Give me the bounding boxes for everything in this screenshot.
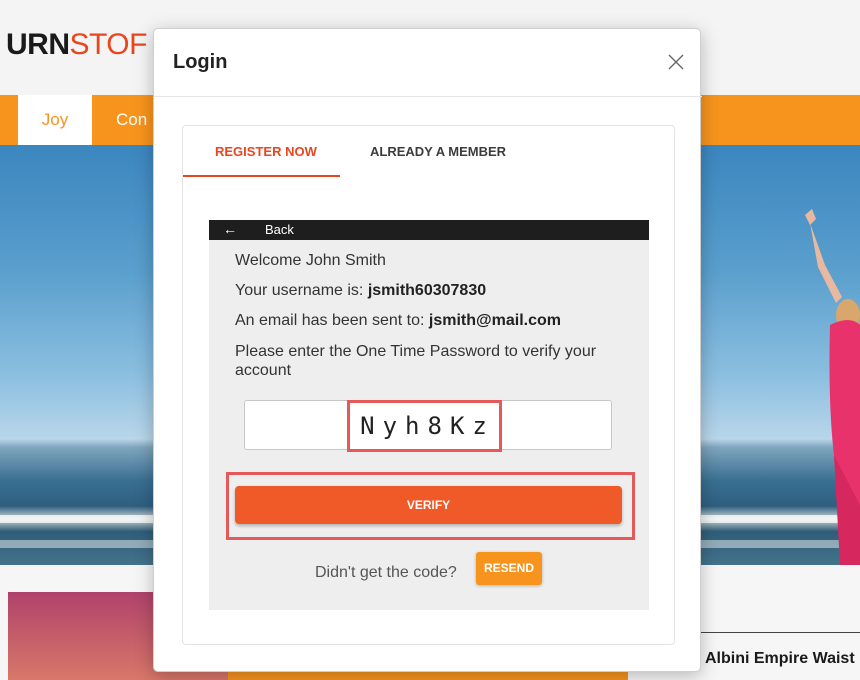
tab-register-now[interactable]: REGISTER NOW	[215, 144, 317, 159]
site-logo[interactable]: URNSTOF	[6, 28, 147, 62]
arrow-left-icon: ←	[223, 221, 237, 237]
otp-value[interactable]: Nyh8Kz	[350, 403, 505, 449]
tab-already-member[interactable]: ALREADY A MEMBER	[370, 144, 506, 159]
modal-title: Login	[173, 51, 228, 73]
otp-verification-panel: ← Back Welcome John Smith Your username …	[209, 220, 649, 610]
divider	[700, 632, 860, 633]
logo-text-bold: URN	[6, 28, 70, 61]
hero-person-image	[750, 205, 860, 565]
logo-text-accent: STOF	[69, 28, 148, 61]
nav-item-joy[interactable]: Joy	[18, 95, 92, 145]
username-prefix: Your username is:	[235, 282, 368, 299]
register-card: REGISTER NOW ALREADY A MEMBER ← Back Wel…	[182, 125, 675, 645]
back-button[interactable]: ← Back	[209, 220, 649, 240]
email-prefix: An email has been sent to:	[235, 312, 429, 329]
otp-instruction: Please enter the One Time Password to ve…	[235, 343, 597, 379]
resend-prompt: Didn't get the code?	[315, 564, 457, 581]
otp-value-highlight: Nyh8Kz	[347, 400, 502, 452]
email-message: An email has been sent to: jsmith@mail.c…	[235, 312, 561, 330]
email-value: jsmith@mail.com	[428, 312, 561, 329]
active-tab-indicator	[183, 175, 340, 177]
login-modal: Login REGISTER NOW ALREADY A MEMBER ← Ba…	[153, 28, 702, 672]
back-label: Back	[265, 222, 294, 237]
modal-header: Login	[154, 29, 702, 97]
resend-button[interactable]: RESEND	[476, 552, 542, 585]
username-value: jsmith60307830	[367, 282, 487, 299]
welcome-message: Welcome John Smith	[235, 252, 386, 269]
product-title[interactable]: Albini Empire Waist	[705, 650, 855, 668]
username-message: Your username is: jsmith60307830	[235, 282, 486, 300]
close-icon[interactable]	[667, 53, 685, 71]
verify-button[interactable]: VERIFY	[235, 486, 622, 524]
